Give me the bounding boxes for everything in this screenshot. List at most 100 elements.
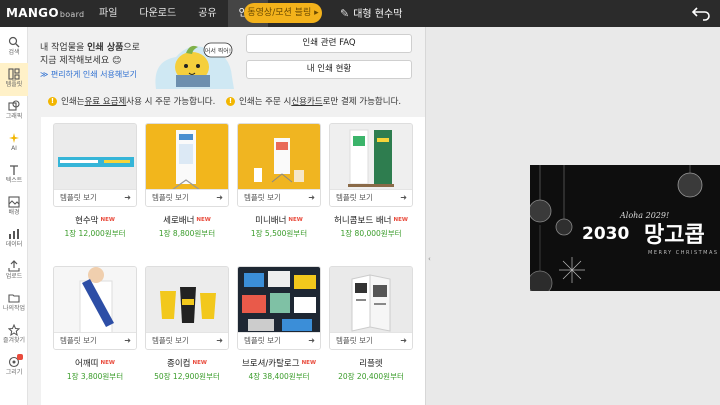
product-name: 미니배너 [255,216,287,226]
rail-item-ai[interactable]: AI [0,127,28,160]
mango-mascot-illustration: 어서 찍어! [155,42,234,89]
product-price: 20장 20,400원부터 [338,372,404,381]
intro-line-1: 내 작업물을 인쇄 상품으로 [40,40,140,53]
intro-line-2: 지금 제작해보세요 😊 [40,56,122,66]
intro-highlight: 인쇄 상품 [87,43,124,53]
arrow-right-icon: ➜ [400,336,407,345]
rail-label: 업로드 [5,273,23,280]
notice-text-end: 로만 결제 가능합니다. [322,97,402,107]
warning-icon: ! [226,96,235,106]
artwork-title: 망고콥 [644,223,705,248]
template-view-label: 템플릿 보기 [60,193,97,202]
rail-item-search[interactable]: 검색 [0,31,28,64]
video-motion-button[interactable]: 동영상/모션 블링 ▸ [244,3,322,23]
menu-file[interactable]: 파일 [88,0,128,27]
product-card-mini-banner[interactable]: 템플릿 보기 ➜ 미니배너 NEW 1장 5,500원부터 [237,123,321,239]
panel-collapse-handle[interactable]: ‹ [428,255,431,263]
document-title[interactable]: ✎ 대형 현수막 [340,0,402,27]
arrow-right-icon: ➜ [216,193,223,202]
graphic-icon [8,100,20,111]
document-title-text: 대형 현수막 [353,9,403,20]
rail-label: 텍스트 [5,177,23,184]
menu-download[interactable]: 다운로드 [128,0,187,27]
intro-text-end: 으로 [123,43,140,53]
product-name-row: 허니콤보드 배너 NEW [329,214,413,226]
vertical-banner-image [146,124,228,192]
folder-icon [8,294,20,303]
leaflet-image [330,267,412,335]
rail-item-draw[interactable]: 그리기 [0,351,28,384]
product-card-honeycomb-banner[interactable]: 템플릿 보기 ➜ 허니콤보드 배너 NEW 1장 80,000원부터 [329,123,413,239]
product-price: 1장 5,500원부터 [250,229,308,238]
app-logo[interactable]: MANGOboard [6,6,84,20]
text-icon [10,165,18,175]
template-view-bar[interactable]: 템플릿 보기 ➜ [54,332,136,349]
template-view-bar[interactable]: 템플릿 보기 ➜ [330,189,412,206]
product-card-vertical-banner[interactable]: 템플릿 보기 ➜ 세로배너 NEW 1장 8,800원부터 [145,123,229,239]
product-name-row: 종이컵 NEW [145,357,229,369]
product-thumbnail[interactable]: 템플릿 보기 ➜ [329,266,413,350]
template-view-bar[interactable]: 템플릿 보기 ➜ [330,332,412,349]
new-badge: NEW [100,217,115,223]
template-view-label: 템플릿 보기 [152,193,189,202]
background-icon [8,196,20,208]
my-print-status-button[interactable]: 내 인쇄 현황 [246,60,412,79]
product-thumbnail[interactable]: 템플릿 보기 ➜ [53,266,137,350]
product-price: 1장 12,000원부터 [64,229,126,238]
menu-share[interactable]: 공유 [187,0,227,27]
data-icon [9,229,19,239]
intro-text: 내 작업물을 [40,43,88,53]
rail-item-background[interactable]: 배경 [0,191,28,224]
rail-label: 나의작업 [2,305,26,312]
rail-item-upload[interactable]: 업로드 [0,255,28,288]
template-view-bar[interactable]: 템플릿 보기 ➜ [238,332,320,349]
rail-item-favorites[interactable]: 즐겨찾기 [0,319,28,352]
template-view-label: 템플릿 보기 [244,193,281,202]
template-view-label: 템플릿 보기 [244,336,281,345]
back-arrow-icon[interactable] [690,2,712,24]
rail-item-my-work[interactable]: 나의작업 [0,287,28,320]
rail-item-data[interactable]: 데이터 [0,223,28,256]
product-thumbnail[interactable]: 템플릿 보기 ➜ [237,266,321,350]
product-thumbnail[interactable]: 템플릿 보기 ➜ [329,123,413,207]
template-view-bar[interactable]: 템플릿 보기 ➜ [54,189,136,206]
product-card-banner[interactable]: 템플릿 보기 ➜ 현수막 NEW 1장 12,000원부터 [53,123,137,239]
new-badge: NEW [301,360,317,366]
left-rail: 검색 템플릿 그래픽 AI 텍스트 배경 데이터 업로드 나의작업 즐겨찾기 그… [0,27,28,405]
rail-label: 배경 [8,209,20,216]
rail-label: 그래픽 [5,113,23,120]
rail-item-graphic[interactable]: 그래픽 [0,95,28,128]
template-view-bar[interactable]: 템플릿 보기 ➜ [238,189,320,206]
product-card-leaflet[interactable]: 템플릿 보기 ➜ 리플렛 20장 20,400원부터 [329,266,413,382]
product-card-brochure[interactable]: 템플릿 보기 ➜ 브로셔/카탈로그 NEW 4장 38,400원부터 [237,266,321,382]
artwork-subtitle: MERRY CHRISTMAS [648,250,719,256]
template-icon [8,68,20,80]
product-name: 리플렛 [359,359,383,369]
notice-text-end: 사용 시 주문 가능합니다. [126,97,216,107]
template-view-bar[interactable]: 템플릿 보기 ➜ [146,189,228,206]
print-guide-link[interactable]: ≫ 편리하게 인쇄 서용해보기 [40,69,137,80]
product-card-sash[interactable]: 템플릿 보기 ➜ 어깨띠 NEW 1장 3,800원부터 [53,266,137,382]
product-thumbnail[interactable]: 템플릿 보기 ➜ [237,123,321,207]
product-thumbnail[interactable]: 템플릿 보기 ➜ [145,123,229,207]
rail-label: 검색 [8,49,20,56]
search-icon [8,36,20,48]
rail-item-template[interactable]: 템플릿 [0,63,28,96]
top-bar: MANGOboard 파일 다운로드 공유 인쇄 동영상/모션 블링 ▸ ✎대형… [0,0,720,27]
upload-icon [8,260,20,272]
template-view-label: 템플릿 보기 [336,336,373,345]
logo-text: MANGO [6,6,59,20]
template-view-bar[interactable]: 템플릿 보기 ➜ [146,332,228,349]
print-faq-button[interactable]: 인쇄 관련 FAQ [246,34,412,53]
product-card-paper-cup[interactable]: 템플릿 보기 ➜ 종이컵 NEW 50장 12,900원부터 [145,266,229,382]
product-thumbnail[interactable]: 템플릿 보기 ➜ [53,123,137,207]
product-thumbnail[interactable]: 템플릿 보기 ➜ [145,266,229,350]
product-name-row: 현수막 NEW [53,214,137,226]
notice-paid-plan: ! 인쇄는 유료 요금제 사용 시 주문 가능합니다. [48,95,215,107]
product-name-row: 미니배너 NEW [237,214,321,226]
logo-subtext: board [59,10,85,19]
rail-item-text[interactable]: 텍스트 [0,159,28,192]
product-price: 1장 80,000원부터 [340,229,402,238]
product-grid: 템플릿 보기 ➜ 현수막 NEW 1장 12,000원부터 템플릿 보기 ➜ 세로배너… [41,117,425,405]
canvas-artwork[interactable]: Aloha 2029! 2030 망고콥 MERRY CHRISTMAS [530,165,720,291]
